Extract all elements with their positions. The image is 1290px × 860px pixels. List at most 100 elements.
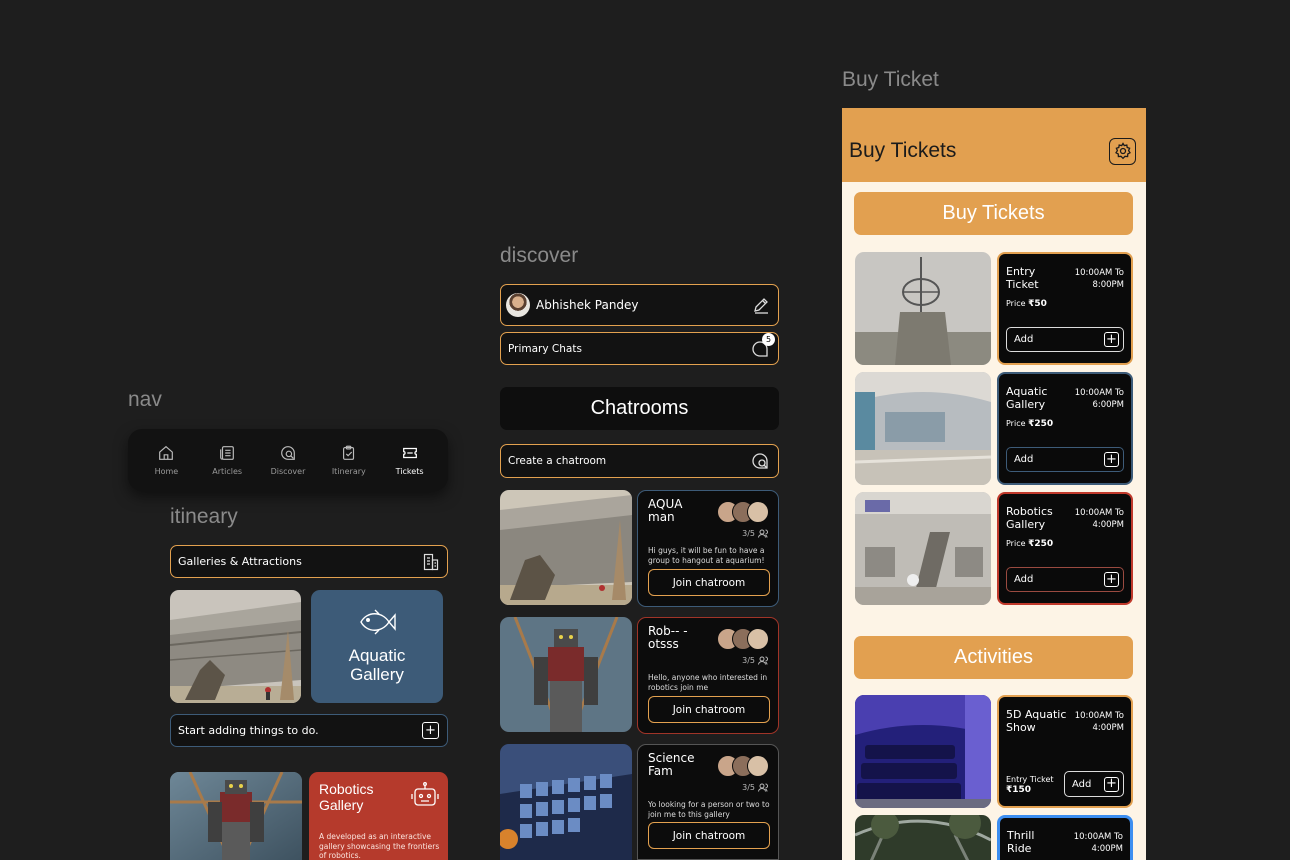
member-avatars	[717, 755, 769, 777]
start-adding-bar[interactable]: Start adding things to do. +	[170, 714, 448, 747]
nav-item-home[interactable]: Home	[137, 444, 195, 476]
nav-item-articles[interactable]: Articles	[198, 444, 256, 476]
itinerary-icon	[342, 445, 354, 460]
buy-ticket-frame-label: Buy Ticket	[842, 68, 939, 91]
member-count: 3/5	[742, 783, 769, 792]
discover-frame-label: discover	[500, 244, 579, 267]
robotics-gallery-desc: A developed as an interactive gallery sh…	[319, 832, 440, 860]
articles-icon	[220, 446, 235, 460]
create-chatroom-label: Create a chatroom	[508, 455, 607, 467]
chatroom-photo-aquaman	[500, 490, 632, 605]
thrill-ride-photo	[855, 815, 991, 860]
primary-chats-bar[interactable]: Primary Chats 5	[500, 332, 779, 365]
ticket-price: Price ₹50	[1006, 299, 1047, 309]
ticket-price: Price ₹250	[1006, 419, 1053, 429]
aquatic-show-photo	[855, 695, 991, 808]
gear-icon	[1114, 142, 1131, 160]
tickets-icon	[402, 447, 417, 459]
chatroom-message: Yo looking for a person or two to join m…	[648, 800, 770, 819]
members-icon	[758, 783, 768, 792]
galleries-attractions-bar[interactable]: Galleries & Attractions	[170, 545, 448, 578]
add-label: Add	[1014, 334, 1034, 345]
chatroom-card-robots: Rob-- -otsss 3/5 Hello, anyone who inter…	[637, 617, 779, 734]
itinerary-frame-label: itineary	[170, 505, 238, 528]
unread-badge: 5	[762, 332, 775, 346]
add-ticket-button[interactable]: Add +	[1006, 567, 1124, 592]
nav-label-home: Home	[154, 467, 179, 476]
chatroom-name: AQUA man	[648, 497, 683, 524]
activities-section-button[interactable]: Activities	[854, 636, 1133, 679]
chatroom-message: Hi guys, it will be fun to have a group …	[648, 546, 765, 565]
nav-label-articles: Articles	[212, 467, 243, 476]
aquatic-gallery-photo	[855, 372, 991, 485]
join-chatroom-button[interactable]: Join chatroom	[648, 569, 770, 596]
user-name: Abhishek Pandey	[536, 298, 639, 312]
add-ticket-button[interactable]: Add +	[1006, 327, 1124, 352]
building-icon	[423, 553, 439, 570]
add-label: Add	[1014, 574, 1034, 585]
plus-icon: +	[1104, 776, 1119, 792]
ticket-price: Price ₹250	[1006, 539, 1053, 549]
price-value: ₹250	[1028, 539, 1054, 549]
home-icon	[159, 445, 174, 460]
nav-item-discover[interactable]: Discover	[259, 444, 317, 476]
members-icon	[758, 529, 768, 538]
entry-ticket-photo	[855, 252, 991, 365]
member-count-text: 3/5	[742, 656, 755, 665]
chatrooms-heading: Chatrooms	[500, 387, 779, 430]
ticket-name: Aquatic Gallery	[1006, 385, 1048, 411]
nav-item-itinerary[interactable]: Itinerary	[320, 444, 378, 476]
nav-item-tickets[interactable]: Tickets	[381, 444, 439, 476]
plus-icon: +	[1104, 452, 1119, 467]
page-title: Buy Tickets	[849, 139, 957, 162]
avatar	[506, 293, 530, 317]
nav-frame-label: nav	[128, 388, 162, 411]
primary-chats-label: Primary Chats	[508, 342, 582, 355]
ticket-name: Robotics Gallery	[1006, 505, 1053, 531]
activity-card-aquatic-show: 5D Aquatic Show 10:00AM To 4:00PM Entry …	[997, 695, 1133, 808]
chatroom-photo-robots	[500, 617, 632, 732]
robotics-gallery-title: Robotics Gallery	[319, 781, 374, 813]
ticket-card-aquatic: Aquatic Gallery 10:00AM To 6:00PM Price …	[997, 372, 1133, 485]
chatroom-card-aquaman: AQUA man 3/5 Hi guys, it will be fun to …	[637, 490, 779, 607]
create-chatroom-bar[interactable]: Create a chatroom	[500, 444, 779, 478]
join-chatroom-button[interactable]: Join chatroom	[648, 696, 770, 723]
buy-tickets-section-button[interactable]: Buy Tickets	[854, 192, 1133, 235]
user-profile-bar[interactable]: Abhishek Pandey	[500, 284, 779, 326]
activity-time: 10:00AM To 4:00PM	[1074, 711, 1124, 733]
add-activity-button[interactable]: Add +	[1064, 771, 1124, 797]
discover-icon	[281, 446, 295, 460]
member-count: 3/5	[742, 529, 769, 538]
robotics-gallery-tile[interactable]: Robotics Gallery A developed as an inter…	[309, 772, 448, 860]
ticket-time: 10:00AM To 4:00PM	[1074, 508, 1124, 530]
activity-price: Entry Ticket ₹150	[1006, 775, 1054, 795]
galleries-attractions-label: Galleries & Attractions	[178, 555, 302, 568]
nav-label-discover: Discover	[270, 467, 306, 476]
join-chatroom-button[interactable]: Join chatroom	[648, 822, 770, 849]
buy-tickets-panel: Buy Tickets Buy Tickets Entry Ticket 10:…	[842, 108, 1146, 860]
ticket-card-robotics: Robotics Gallery 10:00AM To 4:00PM Price…	[997, 492, 1133, 605]
chatroom-name: Science Fam	[648, 751, 695, 778]
ticket-card-entry: Entry Ticket 10:00AM To 8:00PM Price ₹50…	[997, 252, 1133, 365]
aquatic-gallery-tile[interactable]: Aquatic Gallery	[311, 590, 443, 703]
activity-name: 5D Aquatic Show	[1006, 708, 1067, 734]
chatroom-message: Hello, anyone who interested in robotics…	[648, 673, 768, 692]
robot-photo[interactable]	[170, 772, 302, 860]
add-icon[interactable]: +	[422, 722, 439, 739]
price-label: Price	[1006, 299, 1026, 308]
price-label: Price	[1006, 539, 1026, 548]
price-label: Entry Ticket	[1006, 775, 1054, 784]
chatroom-name: Rob-- -otsss	[648, 624, 688, 651]
edit-icon[interactable]	[752, 296, 770, 314]
nav-label-tickets: Tickets	[395, 467, 424, 476]
robotics-gallery-photo	[855, 492, 991, 605]
new-chat-icon[interactable]	[750, 451, 770, 471]
add-ticket-button[interactable]: Add +	[1006, 447, 1124, 472]
ticket-name: Entry Ticket	[1006, 265, 1039, 291]
nav-label-itinerary: Itinerary	[331, 467, 366, 476]
buy-tickets-header: Buy Tickets	[842, 108, 1146, 182]
price-value: ₹150	[1006, 785, 1032, 795]
settings-button[interactable]	[1109, 137, 1136, 165]
ticket-time: 10:00AM To 6:00PM	[1074, 388, 1124, 410]
science-centre-photo[interactable]	[170, 590, 301, 703]
